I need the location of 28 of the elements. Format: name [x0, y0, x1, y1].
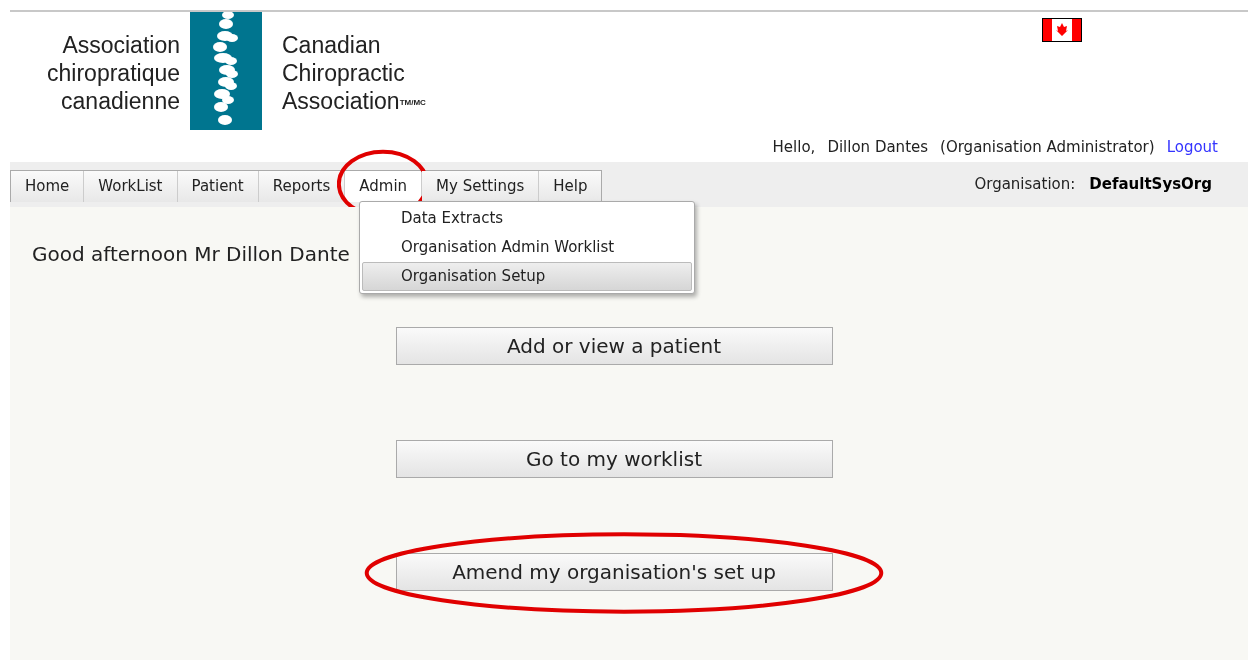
action-button[interactable]: Go to my worklist	[395, 440, 833, 478]
user-role: (Organisation Administrator)	[940, 136, 1155, 158]
nav-tab[interactable]: WorkList	[84, 171, 178, 202]
nav-tab[interactable]: Home	[11, 171, 85, 202]
nav-tab[interactable]: Help	[539, 171, 602, 202]
logout-link[interactable]: Logout	[1166, 135, 1218, 159]
canada-flag-icon	[1042, 18, 1082, 42]
nav-tab[interactable]: Patient	[177, 171, 259, 202]
logo-text: chiropratique	[47, 59, 180, 87]
action-button[interactable]: Amend my organisation's set up	[395, 553, 833, 591]
menu-item[interactable]: Organisation Setup	[362, 262, 692, 291]
user-name: Dillon Dantes	[827, 136, 929, 158]
welcome-message: Good afternoon Mr Dillon Dante	[32, 242, 350, 266]
action-button[interactable]: Add or view a patient	[395, 327, 833, 365]
spine-logo-icon	[190, 12, 262, 130]
logo-text: Chiropractic	[282, 59, 406, 87]
organisation-name: DefaultSysOrg	[1089, 174, 1212, 196]
nav-tab[interactable]: Reports	[258, 171, 346, 202]
nav-tab[interactable]: My Settings	[422, 171, 540, 202]
greeting-text: Hello,	[772, 136, 816, 158]
menu-item[interactable]: Data Extracts	[362, 204, 692, 233]
logo-text: canadienne	[61, 87, 180, 115]
logo-text: Association$^{TM/MC}$	[282, 87, 426, 115]
organisation-label: Organisation:	[974, 174, 1076, 196]
logo-text: Association	[62, 31, 180, 59]
nav-tab[interactable]: Admin	[345, 171, 423, 202]
logo-text: Canadian	[282, 31, 382, 59]
menu-item[interactable]: Organisation Admin Worklist	[362, 233, 692, 262]
